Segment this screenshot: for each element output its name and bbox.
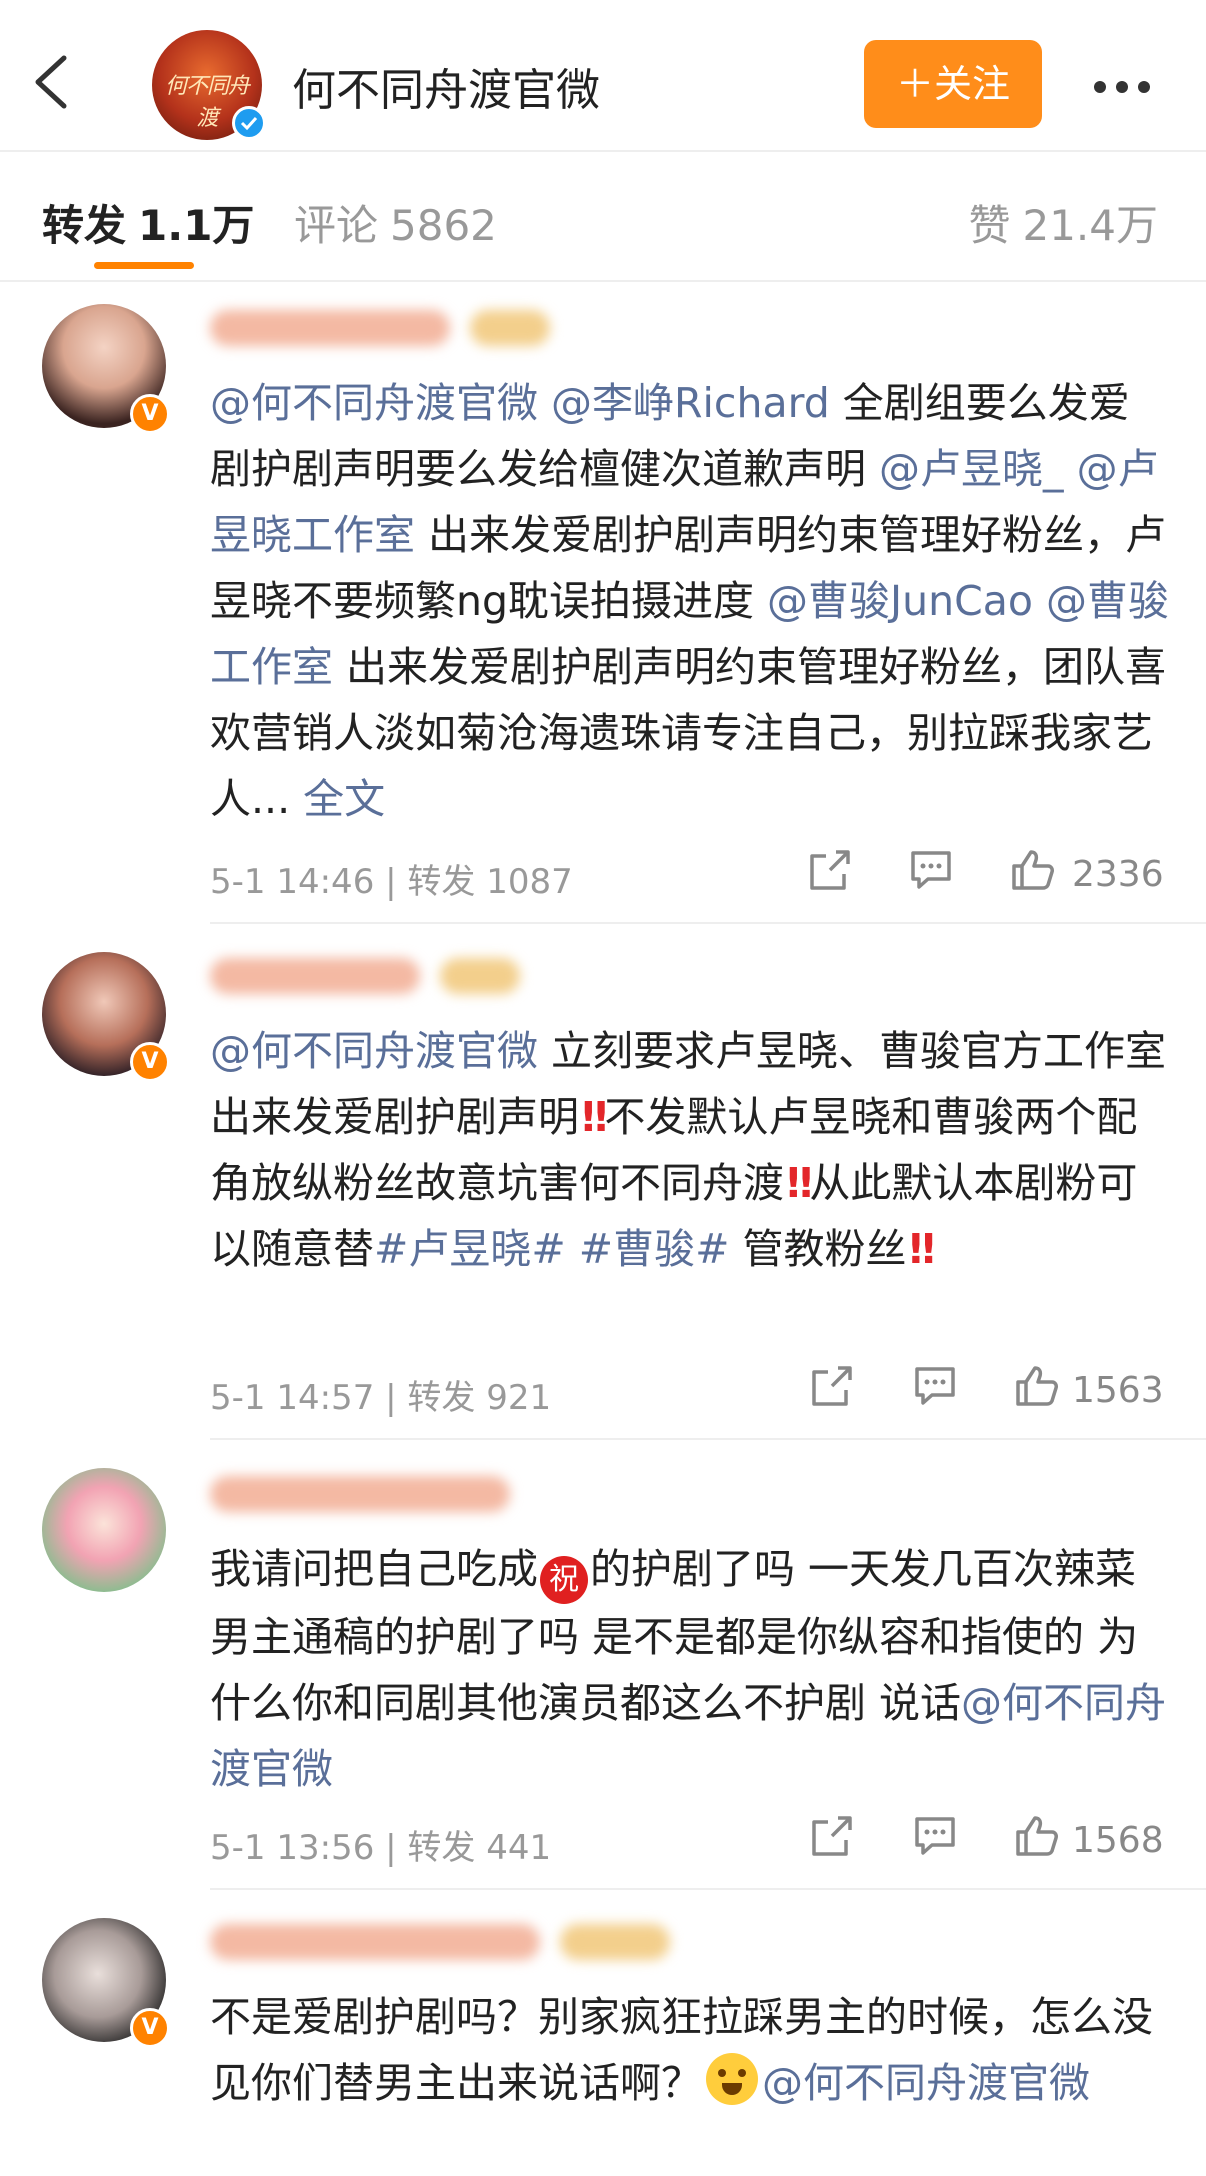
top-bar: 何不同舟渡 何不同舟渡官微 ＋关注 bbox=[0, 0, 1206, 152]
comment-divider bbox=[210, 922, 1206, 924]
mention-link[interactable]: @何不同舟渡官微 bbox=[762, 2059, 1090, 2107]
comment-avatar[interactable] bbox=[42, 1468, 166, 1592]
v-badge-icon: V bbox=[130, 394, 170, 434]
full-text-link[interactable]: 全文 bbox=[303, 775, 385, 823]
back-arrow-icon[interactable] bbox=[30, 52, 74, 112]
tab-repost-label: 转发 bbox=[42, 201, 127, 250]
mention-link[interactable]: @李峥Richard bbox=[551, 379, 830, 427]
comment-actions: 1568 bbox=[0, 1814, 1206, 1864]
comment-divider bbox=[210, 1438, 1206, 1440]
share-icon[interactable] bbox=[806, 848, 852, 892]
blurred-username bbox=[210, 1924, 540, 1960]
zhu-emoji-icon: 祝 bbox=[540, 1556, 588, 1604]
v-badge-icon: V bbox=[130, 1042, 170, 1082]
double-exclamation-icon: !! bbox=[579, 1093, 611, 1141]
blurred-username-badges bbox=[560, 1924, 670, 1960]
smile-emoji-icon bbox=[706, 2053, 758, 2105]
tab-repost-count: 1.1万 bbox=[138, 201, 255, 250]
blurred-username-badges bbox=[470, 310, 550, 346]
tab-comment-label: 评论 bbox=[294, 201, 379, 250]
comment-text: @何不同舟渡官微 @李峥Richard 全剧组要么发爱剧护剧声明要么发给檀健次道… bbox=[210, 370, 1170, 832]
follow-button[interactable]: ＋关注 bbox=[864, 40, 1042, 128]
double-exclamation-icon: !! bbox=[784, 1159, 816, 1207]
comment-divider bbox=[210, 1888, 1206, 1890]
blurred-username-badges bbox=[440, 958, 520, 994]
comment-text-segment bbox=[1033, 577, 1046, 625]
tab-repost[interactable]: 转发 1.1万 bbox=[42, 192, 254, 253]
mention-link[interactable]: @何不同舟渡官微 bbox=[210, 379, 538, 427]
like-count: 1563 bbox=[1072, 1370, 1164, 1411]
comment-text-segment: 管教粉丝 bbox=[729, 1225, 907, 1273]
comment-text: 我请问把自己吃成祝的护剧了吗 一天发几百次辣菜男主通稿的护剧了吗 是不是都是你纵… bbox=[210, 1536, 1170, 1802]
account-name[interactable]: 何不同舟渡官微 bbox=[292, 54, 600, 118]
active-tab-indicator bbox=[94, 262, 194, 269]
blurred-username bbox=[210, 958, 420, 994]
comment-icon[interactable] bbox=[912, 1364, 958, 1408]
like-icon[interactable] bbox=[1010, 848, 1056, 892]
more-icon[interactable] bbox=[1094, 78, 1160, 97]
like-icon[interactable] bbox=[1014, 1814, 1060, 1858]
topic-link[interactable]: #卢昱晓# bbox=[374, 1225, 566, 1273]
comment-icon[interactable] bbox=[908, 848, 954, 892]
like-count: 2336 bbox=[1072, 854, 1164, 895]
comment-text-segment bbox=[538, 379, 551, 427]
mention-link[interactable]: @曹骏JunCao bbox=[767, 577, 1033, 625]
blurred-username bbox=[210, 1476, 510, 1512]
like-icon[interactable] bbox=[1014, 1364, 1060, 1408]
blurred-username bbox=[210, 310, 450, 346]
share-icon[interactable] bbox=[808, 1814, 854, 1858]
comment-text-segment bbox=[566, 1225, 579, 1273]
double-exclamation-icon: !! bbox=[906, 1225, 939, 1273]
comment-actions: 2336 bbox=[0, 848, 1206, 898]
comment-icon[interactable] bbox=[912, 1814, 958, 1858]
v-badge-icon: V bbox=[130, 2008, 170, 2048]
comment-text-segment: 我请问把自己吃成 bbox=[210, 1545, 538, 1593]
topic-link[interactable]: #曹骏# bbox=[579, 1225, 730, 1273]
tab-comment-count: 5862 bbox=[390, 201, 497, 250]
tab-likes[interactable]: 赞 21.4万 bbox=[968, 192, 1158, 253]
share-icon[interactable] bbox=[808, 1364, 854, 1408]
tab-likes-count: 21.4万 bbox=[1022, 201, 1158, 250]
comment-actions: 1563 bbox=[0, 1364, 1206, 1414]
like-count: 1568 bbox=[1072, 1820, 1164, 1861]
tab-comment[interactable]: 评论 5862 bbox=[294, 192, 497, 253]
tab-likes-label: 赞 bbox=[968, 201, 1011, 250]
verified-icon bbox=[232, 106, 266, 140]
mention-link[interactable]: @何不同舟渡官微 bbox=[210, 1027, 538, 1075]
comment-text-segment bbox=[1064, 445, 1077, 493]
comment-text: @何不同舟渡官微 立刻要求卢昱晓、曹骏官方工作室出来发爱剧护剧声明!!不发默认卢… bbox=[210, 1018, 1170, 1282]
comment-text: 不是爱剧护剧吗？别家疯狂拉踩男主的时候，怎么没见你们替男主出来说话啊？ @何不同舟… bbox=[210, 1984, 1170, 2116]
mention-link[interactable]: @卢昱晓_ bbox=[879, 445, 1064, 493]
